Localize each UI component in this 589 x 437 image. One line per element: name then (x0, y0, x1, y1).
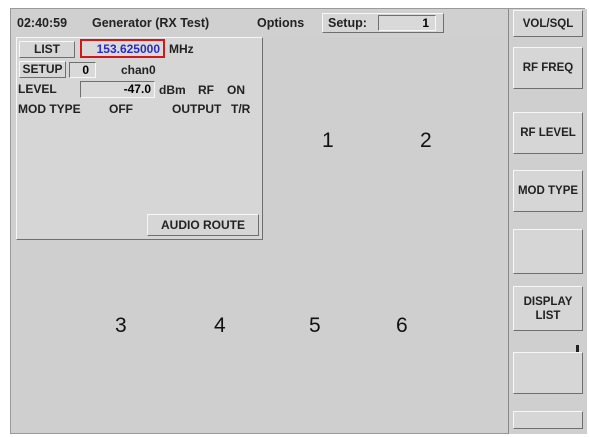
window-title: Generator (RX Test) (92, 16, 210, 30)
setup-selector[interactable]: Setup: 1 (322, 13, 444, 33)
rf-state[interactable]: ON (227, 83, 245, 97)
softkey-display-list-line2: LIST (535, 309, 561, 322)
callout-3: 3 (115, 314, 127, 337)
mod-type-value[interactable]: OFF (109, 102, 133, 116)
softkey-display-list[interactable]: DISPLAY LIST (513, 286, 583, 331)
softkey-mod-type[interactable]: MOD TYPE (513, 170, 583, 212)
side-marker (576, 345, 579, 352)
softkey-vol-sql[interactable]: VOL/SQL (513, 10, 583, 37)
softkey-blank-3[interactable] (513, 411, 583, 429)
instrument-screen: 02:40:59 Generator (RX Test) Options Set… (10, 8, 587, 434)
audio-route-button[interactable]: AUDIO ROUTE (147, 214, 259, 236)
rf-label: RF (198, 83, 214, 97)
options-menu[interactable]: Options (257, 16, 304, 30)
softkey-rf-freq[interactable]: RF FREQ (513, 47, 583, 89)
callout-1: 1 (322, 129, 334, 152)
setup-label: Setup: (328, 16, 367, 30)
callout-4: 4 (214, 314, 226, 337)
softkey-display-list-line1: DISPLAY (523, 295, 573, 308)
setup-value-field[interactable]: 1 (378, 15, 436, 31)
level-field[interactable]: -47.0 (80, 81, 155, 98)
mod-type-label: MOD TYPE (18, 102, 81, 116)
level-label: LEVEL (18, 82, 57, 96)
softkey-blank-2[interactable] (513, 352, 583, 394)
softkey-column: VOL/SQL RF FREQ RF LEVEL MOD TYPE DISPLA… (508, 9, 587, 434)
clock-time: 02:40:59 (17, 16, 68, 30)
callout-5: 5 (309, 314, 321, 337)
output-value[interactable]: T/R (231, 102, 250, 116)
frequency-field[interactable]: 153.625000 (80, 39, 165, 58)
setup-number-field[interactable]: 0 (69, 62, 96, 78)
softkey-rf-level[interactable]: RF LEVEL (513, 112, 583, 154)
callout-2: 2 (420, 129, 432, 152)
callout-6: 6 (396, 314, 408, 337)
list-button[interactable]: LIST (19, 41, 75, 58)
setup-name: chan0 (121, 63, 156, 77)
level-unit: dBm (159, 83, 186, 97)
frequency-unit: MHz (169, 42, 194, 56)
output-label: OUTPUT (172, 102, 222, 116)
top-bar: 02:40:59 Generator (RX Test) Options Set… (11, 9, 508, 37)
setup-button[interactable]: SETUP (19, 61, 66, 78)
softkey-blank-1[interactable] (513, 229, 583, 274)
generator-panel: LIST 153.625000 MHz SETUP 0 chan0 LEVEL … (16, 37, 263, 240)
